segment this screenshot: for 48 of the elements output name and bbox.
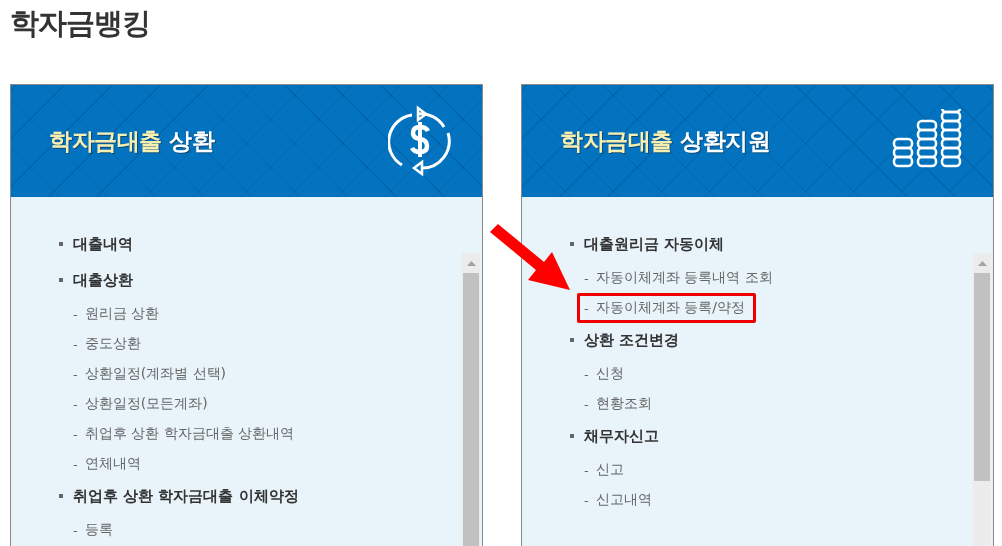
menu-item-link[interactable]: 연체내역 [84, 455, 141, 473]
dash-marker: - [73, 456, 78, 472]
menu-item-link[interactable]: 원리금 상환 [84, 305, 160, 323]
menu-group-link[interactable]: 대출내역 [73, 234, 133, 254]
menu-group-link[interactable]: 채무자신고 [584, 426, 659, 446]
bullet-icon [570, 434, 574, 438]
dash-marker: - [73, 306, 78, 322]
bullet-icon [570, 242, 574, 246]
dash-marker: - [73, 396, 78, 412]
scrollbar[interactable] [462, 253, 480, 546]
menu-group-link[interactable]: 대출원리금 자동이체 [584, 234, 725, 254]
dash-marker: - [73, 522, 78, 538]
scrollbar-thumb[interactable] [463, 273, 479, 546]
menu-item-link[interactable]: 자동이체계좌 등록내역 조회 [595, 269, 773, 287]
dash-marker: - [73, 336, 78, 352]
dash-marker: - [584, 270, 589, 286]
menu-group-link[interactable]: 대출상환 [73, 270, 133, 290]
dash-marker: - [584, 462, 589, 478]
menu-item-link[interactable]: 현황조회 [595, 395, 652, 413]
menu-item-link[interactable]: 상환일정(계좌별 선택) [84, 365, 227, 383]
scroll-up-icon[interactable] [977, 260, 987, 266]
dash-marker: - [584, 396, 589, 412]
menu-group-link[interactable]: 취업후 상환 학자금대출 이체약정 [73, 486, 299, 506]
bullet-icon [59, 242, 63, 246]
dash-marker: - [584, 492, 589, 508]
menu-item-link[interactable]: 등록 [84, 521, 113, 539]
bullet-icon [59, 494, 63, 498]
menu-item-link[interactable]: 자동이체계좌 등록/약정 [595, 299, 745, 317]
menu-item-link[interactable]: 중도상환 [84, 335, 141, 353]
dash-marker: - [584, 366, 589, 382]
bullet-icon [570, 338, 574, 342]
panel-title: 학자금대출 상환지원 [560, 126, 770, 156]
dash-marker: - [73, 426, 78, 442]
scrollbar[interactable] [973, 253, 991, 546]
menu-group-link[interactable]: 상환 조건변경 [584, 330, 680, 350]
menu-item-link[interactable]: 신청 [595, 365, 624, 383]
dollar-cycle-icon [388, 105, 452, 177]
scrollbar-thumb[interactable] [974, 273, 990, 481]
menu-item-link[interactable]: 신고내역 [595, 491, 652, 509]
panel-title: 학자금대출 상환 [49, 126, 214, 156]
page-title: 학자금뱅킹 [9, 5, 151, 42]
menu-item-link[interactable]: 취업후 상환 학자금대출 상환내역 [84, 425, 295, 443]
bullet-icon [59, 278, 63, 282]
menu-item-link[interactable]: 신고 [595, 461, 624, 479]
menu-item-link[interactable]: 상환일정(모든계좌) [84, 395, 208, 413]
dash-marker: - [73, 366, 78, 382]
scroll-up-icon[interactable] [466, 260, 476, 266]
dash-marker: - [584, 300, 589, 316]
